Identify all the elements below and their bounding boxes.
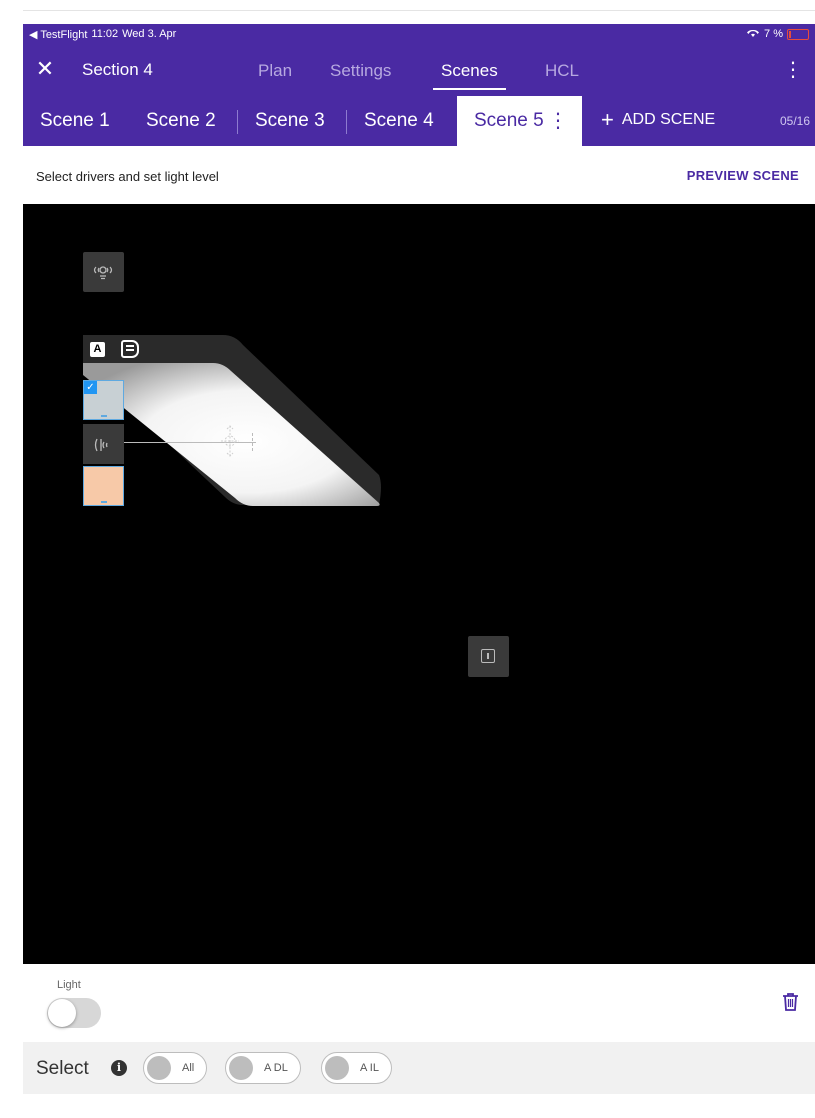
tile-indicator bbox=[101, 415, 107, 417]
driver-tile-warm[interactable] bbox=[83, 466, 124, 506]
scene-tab-4[interactable]: Scene 4 bbox=[364, 110, 434, 132]
scene-tabs: Scene 1 Scene 2 Scene 3 Scene 4 Scene 5 … bbox=[23, 96, 815, 146]
driver-tile-selected[interactable]: ✓ bbox=[83, 380, 124, 420]
more-options-icon[interactable]: ⋮ bbox=[783, 57, 803, 82]
chip-radio bbox=[229, 1056, 253, 1080]
close-button[interactable]: ✕ bbox=[33, 56, 57, 82]
tab-scenes[interactable]: Scenes bbox=[433, 61, 506, 90]
driver-device[interactable] bbox=[468, 636, 509, 677]
status-time: 11:02 bbox=[91, 28, 119, 40]
light-label: Light bbox=[57, 979, 81, 991]
scene-tab-1[interactable]: Scene 1 bbox=[40, 110, 110, 132]
status-date: Wed 3. Apr bbox=[122, 28, 177, 40]
trash-icon[interactable] bbox=[782, 992, 799, 1012]
group-a-badge: A bbox=[90, 342, 105, 357]
move-handle-icon[interactable] bbox=[219, 424, 241, 458]
sensor-icon bbox=[93, 266, 113, 280]
note-icon bbox=[121, 340, 139, 358]
checkmark-icon: ✓ bbox=[84, 381, 97, 394]
left-margin bbox=[0, 10, 23, 1118]
tile-indicator bbox=[101, 501, 107, 503]
wifi-icon bbox=[746, 27, 760, 41]
chip-label: All bbox=[182, 1062, 195, 1074]
chip-all[interactable]: All bbox=[143, 1052, 208, 1084]
instruction-text: Select drivers and set light level bbox=[36, 169, 219, 184]
chip-a-il[interactable]: A IL bbox=[321, 1052, 392, 1084]
driver-tile-dimmer[interactable] bbox=[83, 424, 124, 464]
select-label: Select bbox=[36, 1058, 89, 1079]
scene-tab-3[interactable]: Scene 3 bbox=[255, 110, 325, 132]
scene-tab-5[interactable]: Scene 5 ⋮ bbox=[457, 96, 582, 146]
chip-radio bbox=[325, 1056, 349, 1080]
back-to-app-link[interactable]: ◀ TestFlight bbox=[29, 28, 87, 41]
info-icon[interactable]: i bbox=[111, 1060, 127, 1076]
tab-plan[interactable]: Plan bbox=[258, 61, 292, 81]
chip-label: A IL bbox=[360, 1062, 379, 1074]
section-title: Section 4 bbox=[82, 60, 153, 79]
app-header: ◀ TestFlight 11:02 Wed 3. Apr 7 % ✕ Sect… bbox=[23, 24, 815, 146]
luminaire-title-bar: A bbox=[83, 335, 233, 363]
battery-percent: 7 % bbox=[764, 28, 783, 40]
add-scene-button[interactable]: + ADD SCENE bbox=[601, 107, 716, 132]
resize-tick bbox=[252, 433, 253, 451]
toggle-knob bbox=[48, 999, 76, 1027]
scene-options-icon[interactable]: ⋮ bbox=[548, 108, 568, 133]
chip-radio bbox=[147, 1056, 171, 1080]
tab-settings[interactable]: Settings bbox=[330, 61, 391, 81]
plus-icon: + bbox=[601, 107, 614, 132]
sensor-device[interactable] bbox=[83, 252, 124, 292]
add-scene-label: ADD SCENE bbox=[621, 111, 716, 128]
battery-icon bbox=[787, 28, 809, 40]
driver-icon bbox=[481, 649, 495, 663]
dimmer-icon bbox=[94, 438, 108, 452]
scene-divider bbox=[237, 110, 238, 134]
tab-hcl[interactable]: HCL bbox=[545, 61, 579, 81]
status-bar: ◀ TestFlight 11:02 Wed 3. Apr 7 % bbox=[23, 24, 815, 44]
floor-plan-canvas[interactable]: A ✓ bbox=[23, 204, 815, 964]
scene-count: 05/16 bbox=[779, 114, 810, 128]
select-bar: Select i All A DL A IL bbox=[23, 1042, 815, 1094]
scene-divider bbox=[346, 110, 347, 134]
top-navigation: ✕ Section 4 Plan Settings Scenes HCL ⋮ bbox=[23, 52, 815, 90]
chip-label: A DL bbox=[264, 1062, 288, 1074]
scene-tab-2[interactable]: Scene 2 bbox=[146, 110, 216, 132]
preview-scene-button[interactable]: PREVIEW SCENE bbox=[687, 168, 799, 183]
light-toggle[interactable] bbox=[47, 998, 101, 1028]
scene-toolbar: Select drivers and set light level PREVI… bbox=[23, 146, 815, 204]
chip-a-dl[interactable]: A DL bbox=[225, 1052, 301, 1084]
scene-tab-5-label: Scene 5 bbox=[474, 110, 544, 131]
bottom-panel: Light Select i All A DL A IL bbox=[23, 964, 815, 1118]
